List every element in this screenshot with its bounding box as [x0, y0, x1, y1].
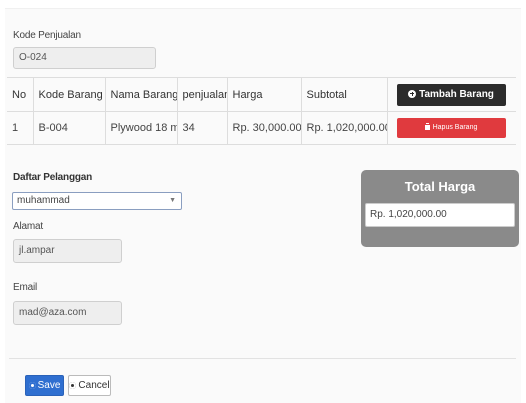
save-button[interactable]: Save — [25, 375, 64, 396]
hapus-barang-label: Hapus Barang — [432, 124, 478, 131]
cell-nama-barang: Plywood 18 mm — [104, 111, 177, 145]
col-header-kode-barang: Kode Barang — [32, 77, 105, 112]
col-header-nama-barang: Nama Barang — [104, 77, 177, 112]
trash-icon — [424, 124, 430, 130]
chevron-down-icon: ▼ — [169, 197, 176, 204]
cancel-label: Cancel — [78, 380, 110, 391]
cell-penjualan: 34 — [176, 111, 227, 145]
total-harga-title: Total Harga — [404, 179, 476, 194]
tambah-barang-button[interactable]: Tambah Barang — [396, 83, 506, 106]
pelanggan-selected-value: muhammad — [17, 195, 70, 206]
hapus-barang-button[interactable]: Hapus Barang — [396, 118, 506, 138]
kode-penjualan-label: Kode Penjualan — [13, 30, 81, 41]
email-field[interactable]: mad@aza.com — [13, 301, 122, 325]
alamat-label: Alamat — [13, 221, 43, 232]
tambah-barang-label: Tambah Barang — [419, 88, 494, 100]
save-label: Save — [37, 380, 61, 391]
email-label: Email — [13, 282, 38, 293]
cell-no: 1 — [7, 111, 33, 145]
col-header-action: Tambah Barang — [386, 77, 516, 112]
remove-circle-icon — [69, 381, 77, 389]
table-header-row: No Kode Barang Nama Barang penjualan Har… — [7, 77, 516, 112]
daftar-pelanggan-label: Daftar Pelanggan — [13, 172, 93, 183]
plus-circle-icon — [408, 89, 417, 98]
ok-circle-icon — [28, 381, 36, 389]
cancel-button[interactable]: Cancel — [68, 375, 111, 396]
col-header-penjualan: penjualan — [176, 77, 227, 112]
col-header-subtotal: Subtotal — [300, 77, 387, 112]
cell-kode-barang: B-004 — [32, 111, 105, 145]
total-harga-panel: Total Harga Rp. 1,020,000.00 — [361, 170, 519, 247]
alamat-field[interactable]: jl.ampar — [13, 239, 122, 263]
col-header-no: No — [7, 77, 33, 112]
table-row: 1 B-004 Plywood 18 mm 34 Rp. 30,000.00 R… — [7, 111, 516, 145]
col-header-harga: Harga — [226, 77, 301, 112]
cell-action: Hapus Barang — [386, 111, 516, 145]
form-divider — [9, 358, 516, 359]
kode-penjualan-field[interactable]: O-024 — [13, 47, 156, 69]
cell-subtotal: Rp. 1,020,000.00 — [300, 111, 387, 145]
total-harga-field[interactable]: Rp. 1,020,000.00 — [365, 203, 515, 227]
items-table: No Kode Barang Nama Barang penjualan Har… — [7, 77, 516, 145]
cell-harga: Rp. 30,000.00 — [226, 111, 301, 145]
pelanggan-select[interactable]: muhammad ▼ — [12, 192, 182, 210]
